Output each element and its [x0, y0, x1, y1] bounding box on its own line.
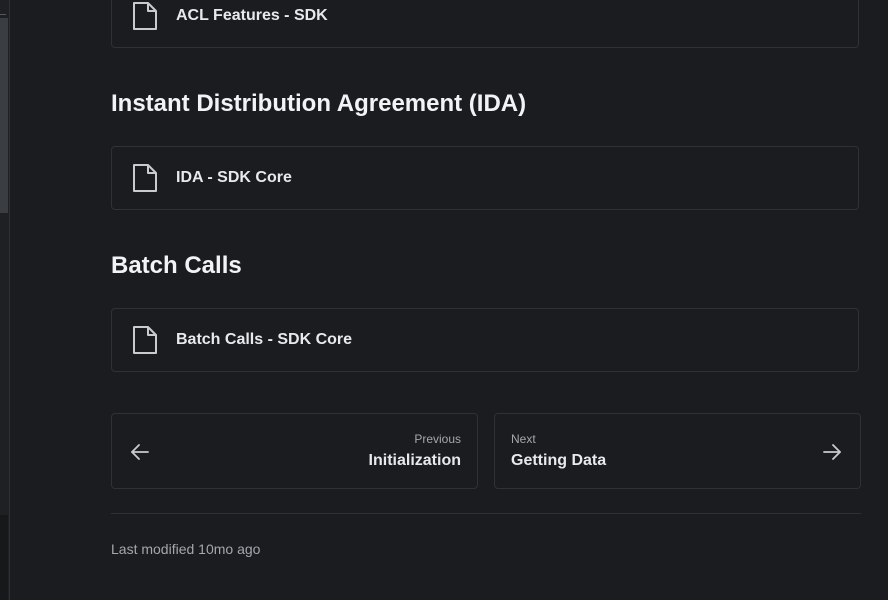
page-link-ida-sdk-core[interactable]: IDA - SDK Core	[111, 146, 859, 210]
section-heading-batch-calls: Batch Calls	[111, 252, 242, 279]
page-link-label: IDA - SDK Core	[176, 169, 292, 186]
section-heading-ida: Instant Distribution Agreement (IDA)	[111, 90, 527, 117]
document-icon	[130, 161, 160, 195]
document-icon	[130, 0, 160, 33]
arrow-left-icon	[130, 442, 150, 462]
page-link-label: ACL Features - SDK	[176, 7, 328, 24]
previous-page-button[interactable]: Previous Initialization	[111, 413, 478, 489]
left-scroll-rail[interactable]	[0, 0, 10, 600]
page-link-acl-features-sdk[interactable]: ACL Features - SDK	[111, 0, 859, 48]
arrow-right-icon	[822, 442, 842, 462]
previous-caption: Previous	[414, 432, 461, 446]
page-link-batch-calls-sdk-core[interactable]: Batch Calls - SDK Core	[111, 308, 859, 372]
next-title: Getting Data	[511, 452, 607, 469]
footer-divider	[111, 513, 861, 514]
previous-title: Initialization	[368, 452, 461, 469]
next-caption: Next	[511, 432, 536, 446]
document-icon	[130, 323, 160, 357]
last-modified-text: Last modified 10mo ago	[111, 541, 261, 557]
rail-marker	[0, 0, 6, 15]
rail-bottom-shade	[0, 515, 8, 600]
scrollbar-thumb[interactable]	[0, 18, 8, 213]
page-link-label: Batch Calls - SDK Core	[176, 331, 353, 348]
next-page-button[interactable]: Next Getting Data	[494, 413, 861, 489]
